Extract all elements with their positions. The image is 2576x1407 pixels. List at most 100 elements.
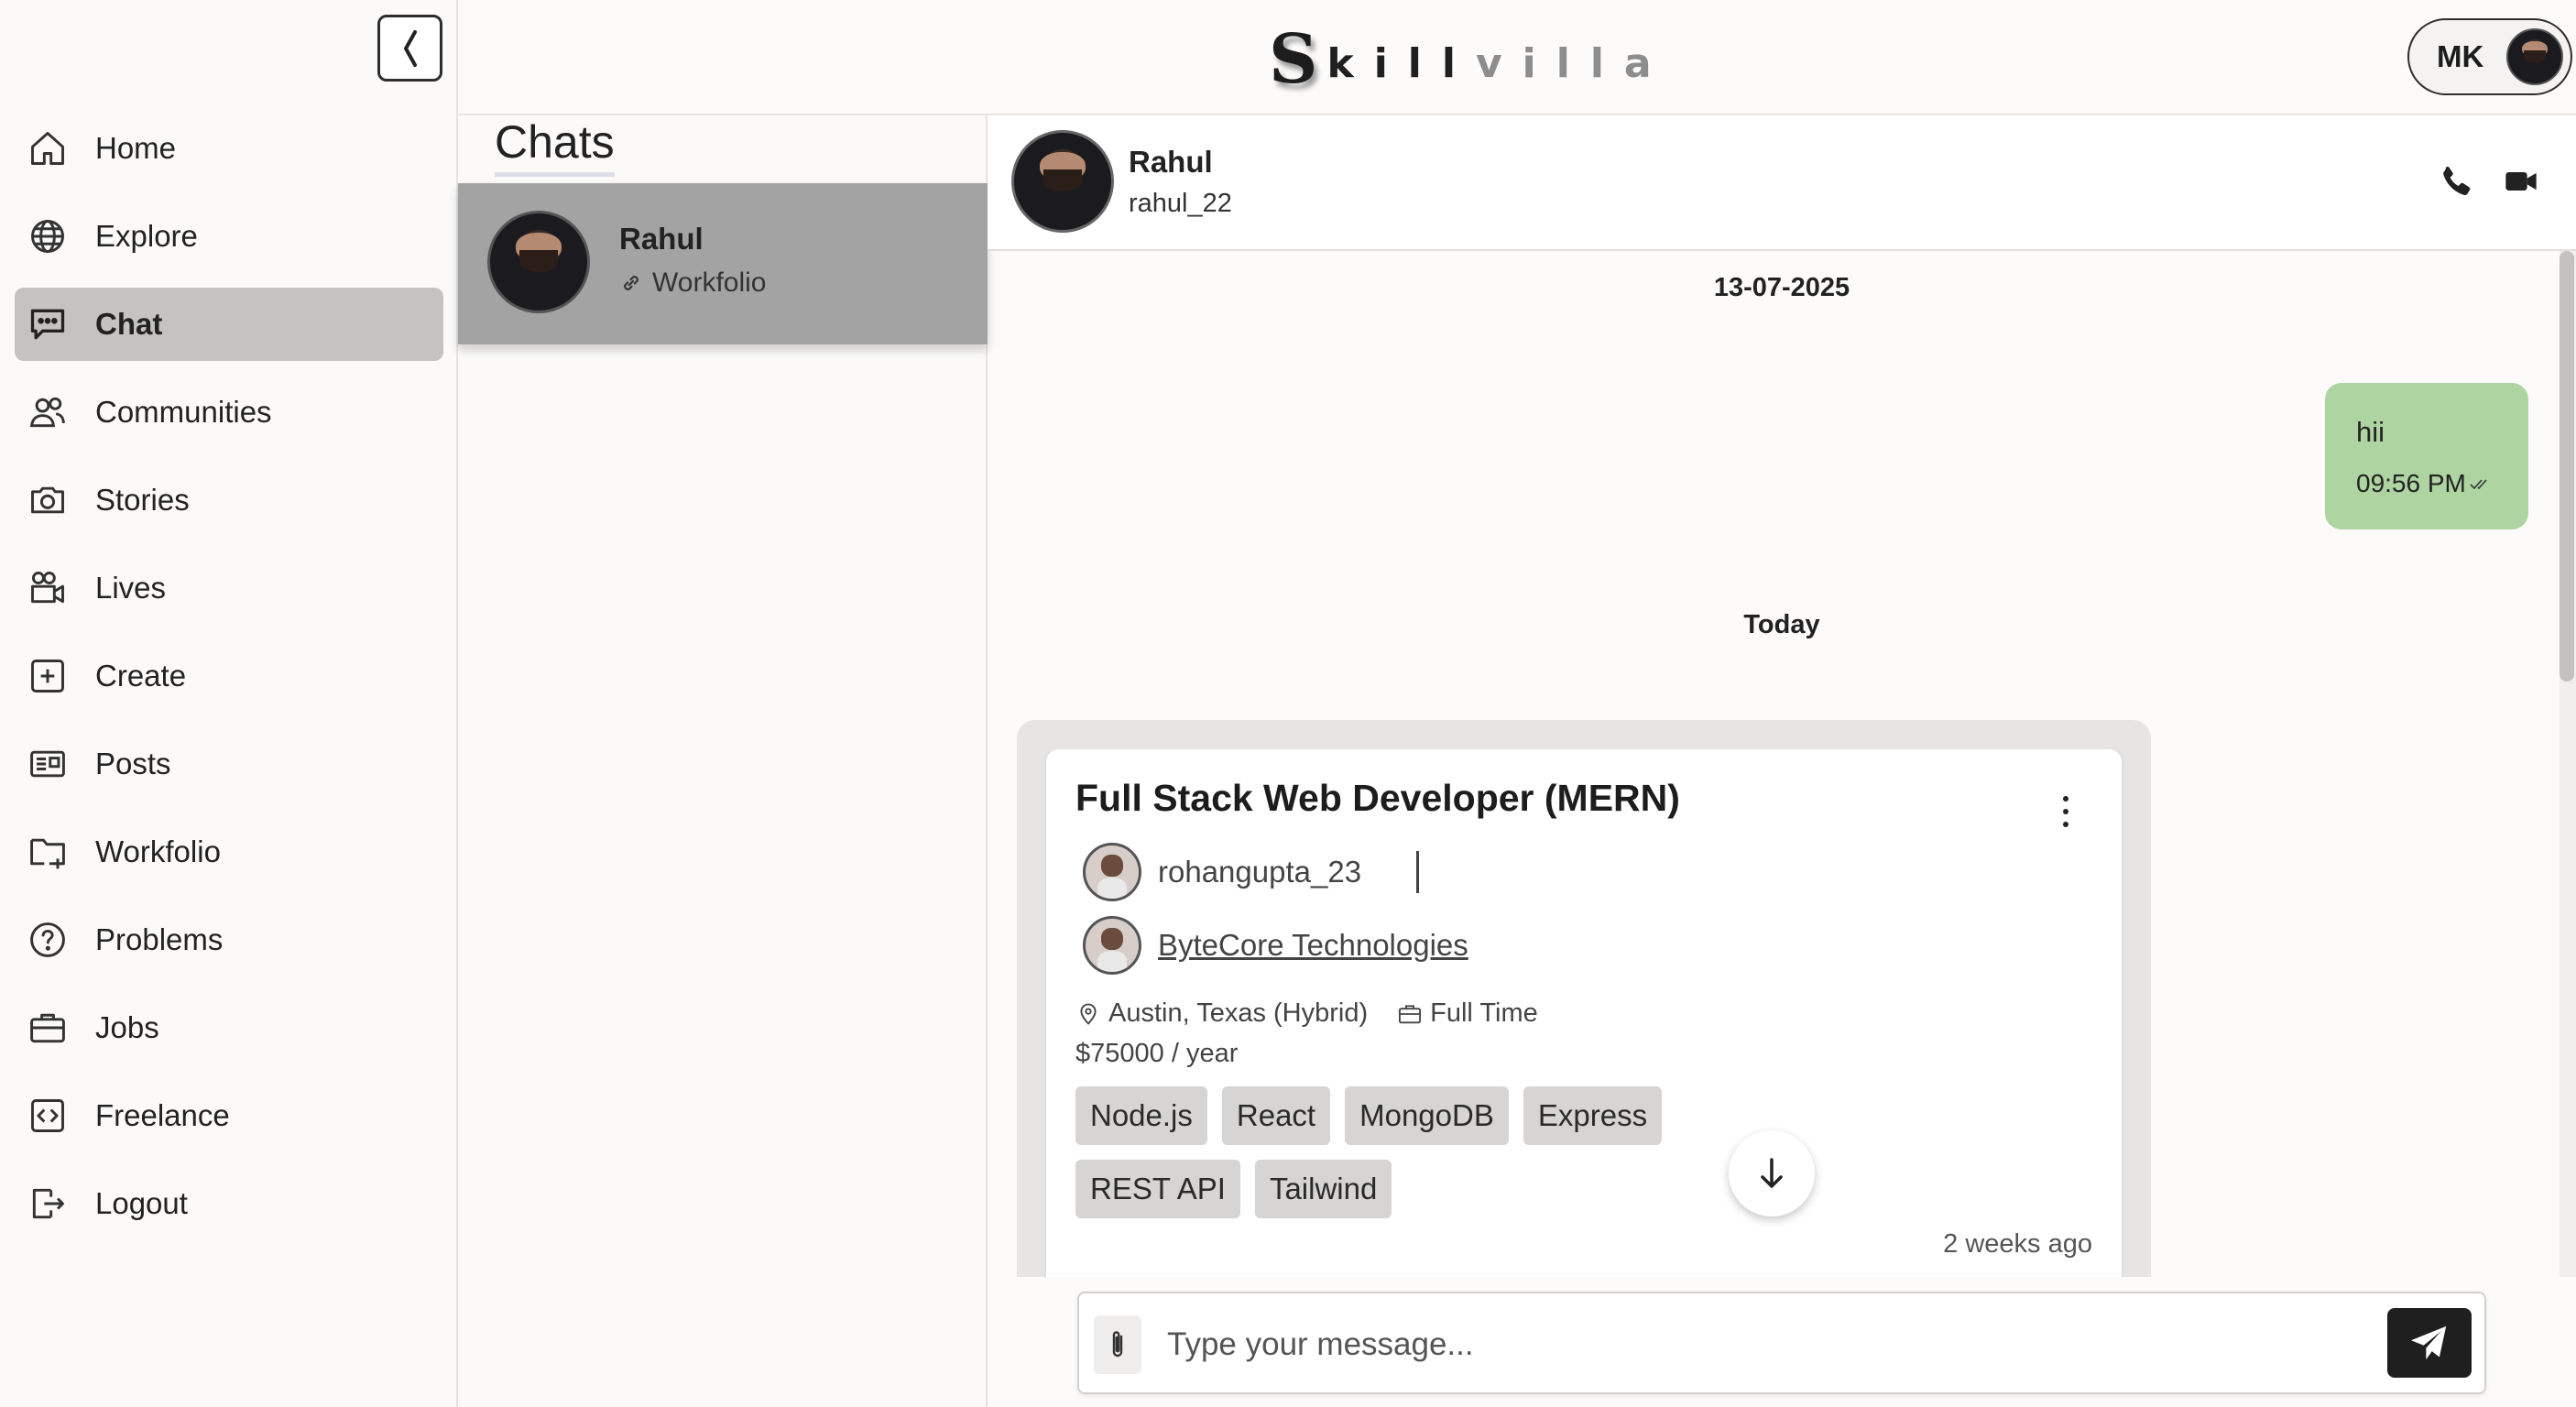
sidebar-item-home[interactable]: Home <box>15 112 443 185</box>
sidebar-item-lives[interactable]: Lives <box>15 551 443 625</box>
avatar[interactable] <box>1011 130 1114 233</box>
chats-title: Chats <box>495 115 615 177</box>
sidebar-item-jobs[interactable]: Jobs <box>15 991 443 1064</box>
newspaper-icon <box>30 750 65 778</box>
chat-list-item[interactable]: Rahul Workfolio <box>458 183 988 344</box>
conversation-header: Rahul rahul_22 <box>988 115 2576 251</box>
date-separator: 13-07-2025 <box>1713 273 1850 302</box>
avatar <box>2506 28 2563 85</box>
message-time: 09:56 PM <box>2356 469 2528 498</box>
more-options-icon[interactable] <box>2059 793 2072 830</box>
sidebar-item-label: Lives <box>95 571 167 605</box>
sidebar-item-create[interactable]: Create <box>15 639 443 713</box>
skill-tag: Express <box>1523 1086 1663 1145</box>
sidebar-item-posts[interactable]: Posts <box>15 727 443 801</box>
sidebar-item-label: Jobs <box>95 1010 159 1044</box>
arrow-down-icon <box>1761 1158 1783 1188</box>
job-poster[interactable]: rohangupta_23 <box>1083 843 1420 901</box>
job-type: Full Time <box>1430 998 1538 1028</box>
camera-icon <box>31 486 64 514</box>
skill-tag: REST API <box>1075 1160 1240 1218</box>
sidebar-item-label: Stories <box>95 483 190 517</box>
question-circle-icon <box>30 922 65 957</box>
sidebar-item-label: Workfolio <box>95 834 221 868</box>
skill-tag: Node.js <box>1075 1086 1207 1145</box>
conversation-contact-name: Rahul <box>1129 145 1213 179</box>
skill-tag: MongoDB <box>1345 1086 1509 1145</box>
outgoing-message[interactable]: hii 09:56 PM <box>2325 383 2528 529</box>
globe-icon <box>31 220 64 253</box>
skill-tag: Tailwind <box>1254 1160 1392 1218</box>
sidebar-item-workfolio[interactable]: Workfolio <box>15 815 443 889</box>
job-title: Full Stack Web Developer (MERN) <box>1075 777 1680 819</box>
poster-username: rohangupta_23 <box>1158 855 1362 889</box>
profile-initials: MK <box>2437 39 2484 73</box>
message-thread: 13-07-2025 hii 09:56 PM Today Full Stack… <box>988 251 2576 1277</box>
shared-job-message: Full Stack Web Developer (MERN) rohangup… <box>1017 720 2151 1277</box>
attach-button[interactable] <box>1094 1315 1141 1374</box>
video-call-icon[interactable] <box>2503 163 2539 200</box>
sidebar-item-explore[interactable]: Explore <box>15 200 443 273</box>
sidebar-item-stories[interactable]: Stories <box>15 464 443 537</box>
job-salary: $75000 / year <box>1075 1039 1239 1068</box>
job-company[interactable]: ByteCore Technologies <box>1083 916 1468 975</box>
company-link[interactable]: ByteCore Technologies <box>1158 928 1468 963</box>
briefcase-icon <box>30 1013 65 1043</box>
top-header: S killvilla MK <box>458 0 2576 115</box>
sidebar-item-communities[interactable]: Communities <box>15 376 443 449</box>
conversation-contact-handle: rahul_22 <box>1129 189 1232 218</box>
job-card[interactable]: Full Stack Web Developer (MERN) rohangup… <box>1046 749 2122 1277</box>
avatar <box>1083 916 1141 975</box>
message-input[interactable] <box>1167 1317 2358 1372</box>
sidebar-item-logout[interactable]: Logout <box>15 1167 443 1240</box>
sidebar-item-label: Home <box>95 131 177 165</box>
sidebar-item-problems[interactable]: Problems <box>15 903 443 976</box>
home-icon <box>31 132 64 165</box>
double-check-icon <box>2470 479 2487 490</box>
chevron-left-icon <box>403 29 417 67</box>
sidebar-item-label: Explore <box>95 219 198 253</box>
date-separator: Today <box>1743 610 1820 639</box>
job-location: Austin, Texas (Hybrid) <box>1108 998 1369 1028</box>
job-posted-time: 2 weeks ago <box>1943 1229 2092 1259</box>
sidebar-item-label: Freelance <box>95 1098 230 1132</box>
message-text: hii <box>2356 416 2385 448</box>
job-skill-tags: Node.js React MongoDB Express REST API T… <box>1075 1086 1717 1233</box>
folder-plus-icon <box>30 838 65 869</box>
link-icon <box>624 276 639 290</box>
code-square-icon <box>31 1099 64 1132</box>
users-icon <box>29 397 65 428</box>
divider <box>1416 851 1420 893</box>
sidebar-item-label: Posts <box>95 747 171 780</box>
avatar <box>487 211 590 313</box>
logout-icon <box>32 1188 64 1219</box>
job-meta: Austin, Texas (Hybrid) Full Time <box>1075 998 1538 1029</box>
send-icon <box>2411 1325 2447 1360</box>
chat-contact-subtitle: Workfolio <box>619 267 766 299</box>
sidebar-item-chat[interactable]: Chat <box>15 288 443 361</box>
skill-tag: React <box>1221 1086 1331 1145</box>
sidebar-item-label: Logout <box>95 1186 188 1220</box>
send-button[interactable] <box>2387 1308 2472 1378</box>
brand-logo[interactable]: S killvilla <box>1269 26 1672 93</box>
message-composer <box>1077 1292 2486 1394</box>
avatar <box>1083 843 1141 901</box>
chat-icon <box>30 309 65 340</box>
phone-icon[interactable] <box>2439 163 2475 200</box>
chats-list-panel: Chats Rahul Workfolio <box>458 115 988 1407</box>
sidebar-item-label: Chat <box>95 307 163 341</box>
paperclip-icon <box>1112 1331 1123 1358</box>
scroll-to-bottom-button[interactable] <box>1729 1130 1815 1216</box>
sidebar: Home Explore Chat Communities Stories Li… <box>0 0 458 1407</box>
chat-contact-name: Rahul <box>619 222 704 256</box>
sidebar-nav: Home Explore Chat Communities Stories Li… <box>15 112 443 1255</box>
sidebar-item-label: Create <box>95 659 187 693</box>
briefcase-icon <box>1399 1004 1422 1023</box>
plus-square-icon <box>31 660 64 693</box>
location-pin-icon <box>1080 1003 1097 1025</box>
collapse-sidebar-button[interactable] <box>377 15 442 82</box>
profile-menu-button[interactable]: MK <box>2407 18 2572 95</box>
scrollbar-thumb[interactable] <box>2560 251 2574 682</box>
sidebar-item-label: Communities <box>95 395 272 429</box>
sidebar-item-freelance[interactable]: Freelance <box>15 1079 443 1152</box>
